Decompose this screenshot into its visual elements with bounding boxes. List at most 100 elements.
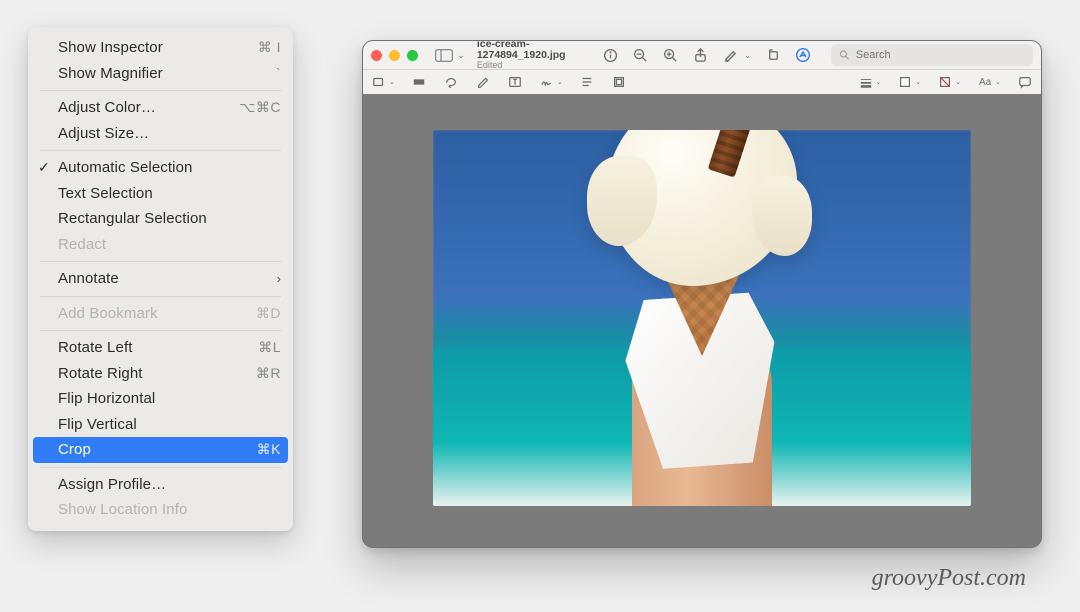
menu-item-rotate-left[interactable]: Rotate Left ⌘L <box>28 335 293 361</box>
preview-window: ⌄ ice-cream-1274894_1920.jpg Edited ⌄ ⌄ <box>362 40 1042 548</box>
menu-label: Rotate Right <box>58 365 256 382</box>
close-window-button[interactable] <box>371 50 382 61</box>
menu-item-adjust-color[interactable]: Adjust Color… ⌥⌘C <box>28 95 293 121</box>
zoom-out-icon[interactable] <box>632 47 648 63</box>
canvas[interactable] <box>363 94 1041 547</box>
align-icon[interactable] <box>579 74 595 90</box>
menu-label: Show Inspector <box>58 39 258 56</box>
menu-item-adjust-size[interactable]: Adjust Size… <box>28 121 293 147</box>
menu-shortcut: ⌥⌘C <box>239 99 281 116</box>
menu-separator <box>40 330 281 331</box>
menu-label: Show Magnifier <box>58 65 276 82</box>
minimize-window-button[interactable] <box>389 50 400 61</box>
menu-shortcut: ⌘K <box>257 441 281 458</box>
menu-label: Adjust Color… <box>58 99 239 116</box>
markup-toolbar: ⌄ ⌄ ⌄ ⌄ ⌄ Aa ⌄ <box>363 70 1041 95</box>
menu-item-rotate-right[interactable]: Rotate Right ⌘R <box>28 361 293 387</box>
image-content <box>433 130 971 506</box>
menu-item-flip-horizontal[interactable]: Flip Horizontal <box>28 386 293 412</box>
title-tools: ⌄ <box>602 44 1033 66</box>
menu-label: Show Location Info <box>58 501 281 518</box>
title-stack: ice-cream-1274894_1920.jpg Edited <box>477 40 590 71</box>
menu-shortcut: ` <box>276 65 281 81</box>
menu-label: Rectangular Selection <box>58 210 281 227</box>
menu-label: Redact <box>58 236 281 253</box>
crop-tool-icon[interactable] <box>611 74 627 90</box>
chevron-down-icon: ⌄ <box>995 78 1001 86</box>
font-icon: Aa <box>977 74 993 90</box>
lasso-icon[interactable] <box>443 74 459 90</box>
menu-separator <box>40 296 281 297</box>
menu-shortcut: ⌘R <box>256 365 281 382</box>
menu-label: Automatic Selection <box>58 159 281 176</box>
menu-label: Assign Profile… <box>58 476 281 493</box>
fill-icon <box>897 74 913 90</box>
menu-label: Flip Vertical <box>58 416 281 433</box>
menu-shortcut: ⌘D <box>256 305 281 322</box>
share-icon[interactable] <box>692 47 708 63</box>
menu-item-show-location-info: Show Location Info <box>28 497 293 523</box>
font-button[interactable]: Aa ⌄ <box>977 74 1001 90</box>
menu-separator <box>40 261 281 262</box>
sign-icon <box>539 74 555 90</box>
chevron-down-icon: ⌄ <box>955 78 961 86</box>
chevron-down-icon[interactable]: ⌄ <box>457 50 465 61</box>
menu-item-annotate[interactable]: Annotate › <box>28 266 293 292</box>
tools-menu: Show Inspector ⌘ I Show Magnifier ` Adju… <box>28 27 293 531</box>
window-status: Edited <box>477 61 590 70</box>
line-style-button[interactable]: ⌄ <box>937 74 961 90</box>
line-style-icon <box>937 74 953 90</box>
chevron-right-icon: › <box>277 271 281 286</box>
menu-shortcut: ⌘L <box>258 339 281 356</box>
chevron-down-icon: ⌄ <box>876 78 882 86</box>
menu-item-automatic-selection[interactable]: ✓ Automatic Selection <box>28 155 293 181</box>
menu-separator <box>40 467 281 468</box>
markup-icon[interactable] <box>795 47 811 63</box>
menu-label: Adjust Size… <box>58 125 281 142</box>
rotate-icon[interactable] <box>765 47 781 63</box>
menu-item-flip-vertical[interactable]: Flip Vertical <box>28 412 293 438</box>
text-box-icon[interactable] <box>507 74 523 90</box>
menu-item-show-magnifier[interactable]: Show Magnifier ` <box>28 61 293 87</box>
menu-shortcut: ⌘ I <box>258 39 281 56</box>
menu-item-add-bookmark: Add Bookmark ⌘D <box>28 301 293 327</box>
zoom-in-icon[interactable] <box>662 47 678 63</box>
menu-separator <box>40 90 281 91</box>
chevron-down-icon: ⌄ <box>557 78 563 86</box>
redact-icon[interactable] <box>411 74 427 90</box>
menu-item-redact: Redact <box>28 232 293 258</box>
search-icon <box>839 49 850 61</box>
stroke-button[interactable]: ⌄ <box>858 74 882 90</box>
chevron-down-icon: ⌄ <box>389 78 395 86</box>
sketch-icon[interactable] <box>475 74 491 90</box>
stroke-icon <box>858 74 874 90</box>
chevron-down-icon[interactable]: ⌄ <box>744 51 751 60</box>
menu-item-show-inspector[interactable]: Show Inspector ⌘ I <box>28 35 293 61</box>
annotate-note-icon[interactable] <box>1017 74 1033 90</box>
highlighter-icon[interactable] <box>722 47 738 63</box>
menu-label: Flip Horizontal <box>58 390 281 407</box>
zoom-window-button[interactable] <box>407 50 418 61</box>
window-title: ice-cream-1274894_1920.jpg <box>477 40 590 61</box>
info-icon[interactable] <box>602 47 618 63</box>
shapes-icon <box>371 74 387 90</box>
menu-label: Add Bookmark <box>58 305 256 322</box>
traffic-lights <box>371 50 418 61</box>
search-input[interactable] <box>854 48 1025 62</box>
menu-item-crop[interactable]: Crop ⌘K <box>33 437 288 463</box>
menu-label: Text Selection <box>58 185 281 202</box>
menu-item-rectangular-selection[interactable]: Rectangular Selection <box>28 206 293 232</box>
fill-button[interactable]: ⌄ <box>897 74 921 90</box>
search-field[interactable] <box>831 44 1033 66</box>
shapes-button[interactable]: ⌄ <box>371 74 395 90</box>
menu-item-text-selection[interactable]: Text Selection <box>28 181 293 207</box>
menu-label: Rotate Left <box>58 339 258 356</box>
menu-label: Annotate <box>58 270 277 287</box>
menu-item-assign-profile[interactable]: Assign Profile… <box>28 472 293 498</box>
titlebar: ⌄ ice-cream-1274894_1920.jpg Edited ⌄ <box>363 41 1041 70</box>
menu-label: Crop <box>58 441 257 458</box>
sign-button[interactable]: ⌄ <box>539 74 563 90</box>
menu-separator <box>40 150 281 151</box>
sidebar-toggle-button[interactable] <box>434 46 453 64</box>
chevron-down-icon: ⌄ <box>915 78 921 86</box>
